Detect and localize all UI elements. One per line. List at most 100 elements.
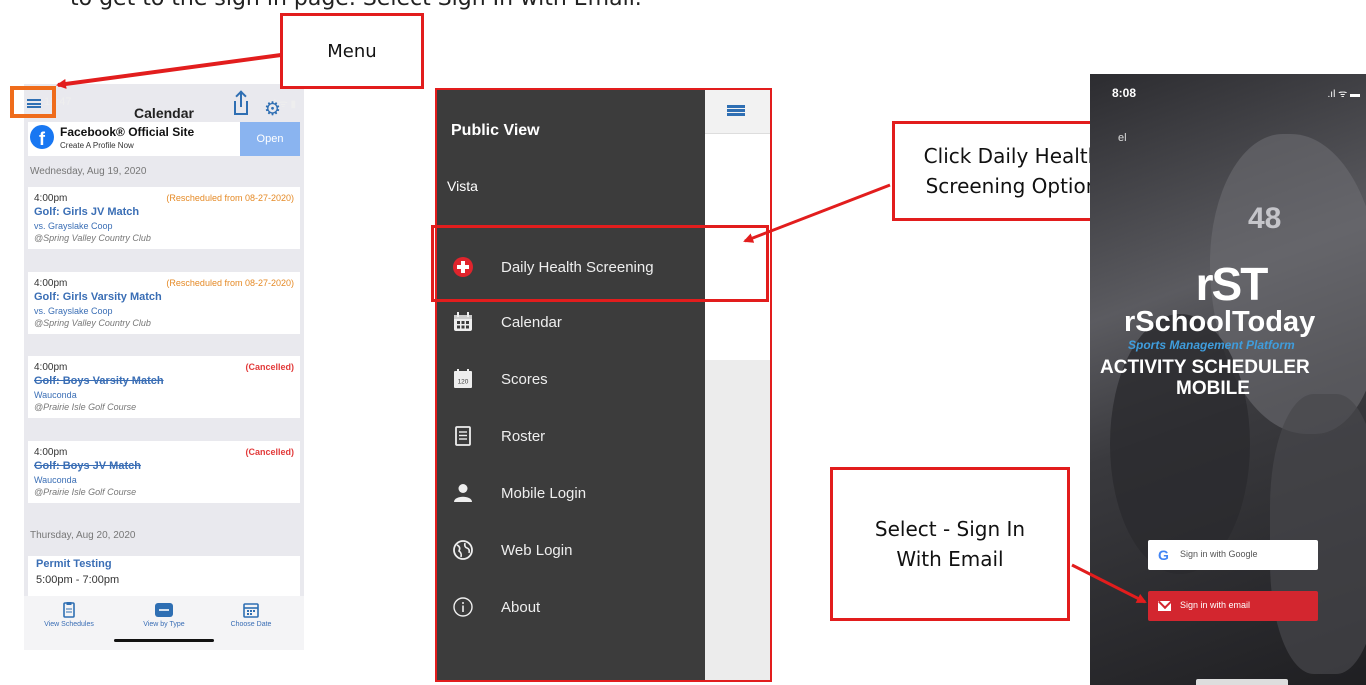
calendar-icon [454,312,472,331]
home-indicator [114,639,214,642]
daily-health-highlight-box [431,225,769,302]
event-status-note: (Rescheduled from 08-27-2020) [166,278,294,288]
callout-text: Click Daily Health [923,144,1101,168]
event-card[interactable]: 4:00pm (Cancelled) Golf: Boys Varsity Ma… [28,356,300,418]
cancel-link[interactable]: el [1118,132,1127,144]
tab-view-schedules[interactable]: View Schedules [24,602,114,628]
event-title: Golf: Girls Varsity Match [34,291,162,303]
event-status-note: (Rescheduled from 08-27-2020) [166,193,294,203]
google-icon: G [1158,547,1169,563]
event-time: 4:00pm [34,193,68,204]
button-label: Sign in with Google [1180,549,1258,559]
date-header: Thursday, Aug 20, 2020 [30,530,136,541]
event-title: Permit Testing [36,558,112,570]
sign-in-email-callout: Select - Sign In With Email [830,467,1070,621]
tab-label: View Schedules [44,621,94,628]
hamburger-menu-button[interactable] [10,86,56,118]
event-location: @Spring Valley Country Club [34,233,151,243]
callout-text: Screening Option [925,174,1099,198]
event-card[interactable]: Permit Testing 5:00pm - 7:00pm [28,556,300,596]
tab-choose-date[interactable]: Choose Date [206,602,296,628]
jersey-number: 48 [1248,202,1282,235]
hamburger-icon[interactable] [727,105,745,116]
instruction-text: to get to the sign in page. Select Sign … [70,0,642,11]
button-label: Sign in with email [1180,600,1251,610]
status-time: 8:08 [1112,86,1137,100]
menu-item-label: Roster [501,428,546,445]
ad-subtitle: Create A Profile Now [60,141,134,150]
list-icon [155,603,173,617]
event-opponent: vs. Grayslake Coop [34,306,113,316]
menu-callout: Menu [280,13,424,89]
side-menu-screenshot: Public View Vista Daily Health Screening… [435,88,772,682]
event-opponent: Wauconda [34,390,77,400]
event-location: @Prairie Isle Golf Course [34,402,137,412]
product-subtitle: MOBILE [1176,378,1250,399]
status-icons: .ıl ᯤ ▬ [1327,89,1360,100]
page-title: Calendar [134,105,194,121]
menu-arrow [56,53,282,89]
photo-shape [1270,394,1366,674]
event-title: Golf: Boys JV Match [34,460,141,472]
event-opponent: Wauconda [34,475,77,485]
bottom-tab-bar: View Schedules View by Type Choose Date [24,596,304,650]
event-time: 4:00pm [34,278,68,289]
event-time: 4:00pm [34,362,68,373]
product-title: ACTIVITY SCHEDULER [1100,357,1310,378]
ad-title: Facebook® Official Site [60,125,195,139]
school-name: Vista [447,178,478,194]
globe-icon [453,540,473,560]
hamburger-icon [27,99,41,108]
photo-shape [1110,314,1250,574]
event-title: Golf: Girls JV Match [34,206,140,218]
event-time-range: 5:00pm - 7:00pm [36,574,120,586]
event-location: @Spring Valley Country Club [34,318,151,328]
ad-choices-icon[interactable]: ▷ [292,122,299,133]
brand-name: rSchoolToday [1124,306,1316,338]
event-title: Golf: Boys Varsity Match [34,375,164,387]
menu-item-label: Mobile Login [501,485,587,502]
calendar-phone-screenshot: 12:47 ..ıl ᯤ ▮ Calendar ⚙ f Facebook® Of… [24,84,304,650]
svg-text:120: 120 [458,379,469,386]
scores-icon: 120 [454,369,472,388]
roster-icon [455,426,471,446]
callout-text: Select - Sign In [874,517,1026,541]
menu-item-label: Scores [501,371,548,388]
event-card[interactable]: 4:00pm (Cancelled) Golf: Boys JV Match W… [28,441,300,503]
tab-label: View by Type [143,621,185,628]
navigation-drawer: Public View Vista Daily Health Screening… [437,90,705,680]
facebook-ad-banner[interactable]: f Facebook® Official Site Create A Profi… [28,122,300,156]
panel-gray-area [705,360,770,680]
clipboard-icon [63,602,75,618]
login-phone-screenshot: 8:08 .ıl ᯤ ▬ el 48 rST rSchoolToday Spor… [1090,74,1366,685]
menu-item-label: Web Login [501,542,573,559]
event-time: 4:00pm [34,447,68,458]
sign-in-with-email-button[interactable]: Sign in with email [1148,591,1318,621]
share-icon[interactable] [234,93,248,115]
menu-item-label: About [501,599,541,616]
drawer-header: Public View [451,122,540,139]
event-card[interactable]: 4:00pm (Rescheduled from 08-27-2020) Gol… [28,187,300,249]
sign-in-with-google-button[interactable]: G Sign in with Google [1148,540,1318,570]
facebook-logo-icon: f [30,125,54,149]
event-status-note: (Cancelled) [245,362,294,372]
ad-open-button[interactable]: Open [240,122,300,156]
callout-text: Menu [327,40,377,62]
event-card[interactable]: 4:00pm (Rescheduled from 08-27-2020) Gol… [28,272,300,334]
dimmed-content-panel[interactable] [705,90,770,680]
envelope-icon [1158,601,1171,611]
info-icon [453,597,473,617]
gear-icon[interactable]: ⚙ [264,100,281,119]
brand-tagline: Sports Management Platform [1128,338,1295,352]
event-status-note: (Cancelled) [245,447,294,457]
rst-logo: rST [1190,254,1272,314]
menu-item-label: Calendar [501,314,562,331]
bottom-bar [1196,679,1288,685]
event-opponent: vs. Grayslake Coop [34,221,113,231]
event-location: @Prairie Isle Golf Course [34,487,137,497]
panel-header [705,90,770,134]
person-icon [454,484,472,502]
tab-view-by-type[interactable]: View by Type [119,602,209,628]
date-header: Wednesday, Aug 19, 2020 [30,166,147,177]
tab-label: Choose Date [230,621,272,628]
